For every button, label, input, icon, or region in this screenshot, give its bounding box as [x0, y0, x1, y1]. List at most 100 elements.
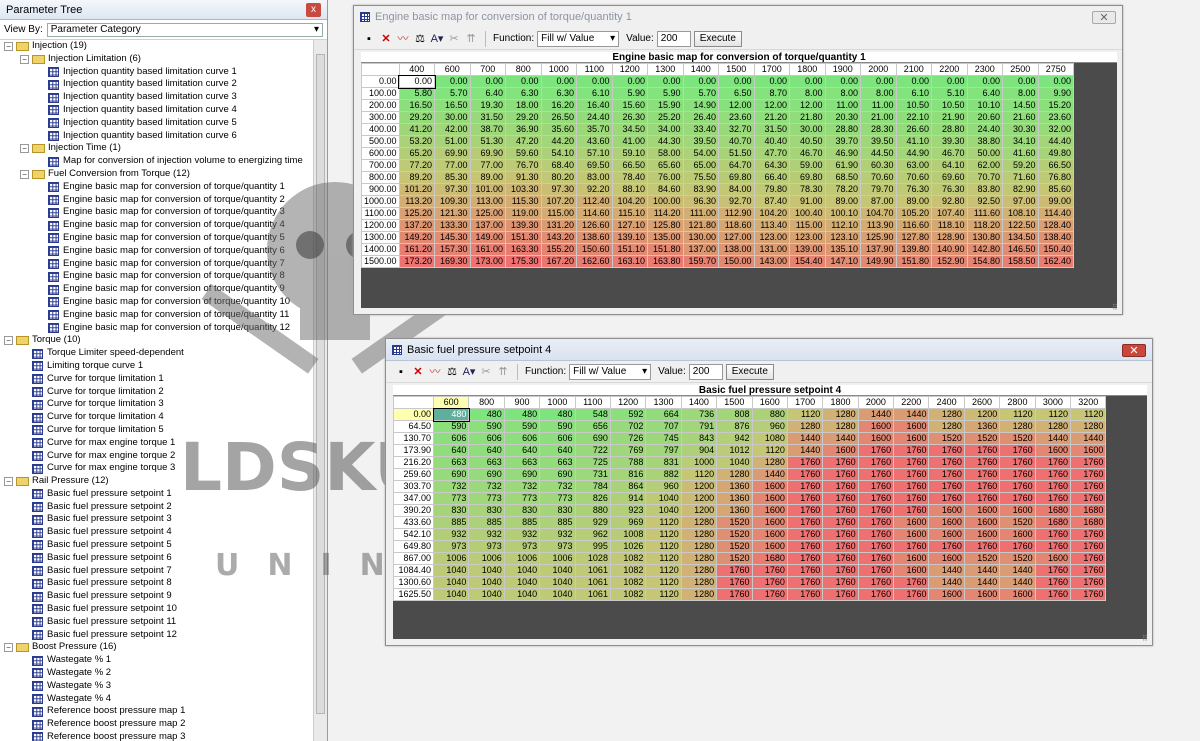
map-cell[interactable]: 69.50 [576, 159, 613, 172]
map-cell[interactable]: 1760 [857, 492, 895, 505]
map-cell[interactable]: 1600 [928, 504, 965, 517]
map-cell[interactable]: 103.30 [505, 183, 542, 196]
map-window-torque-quantity[interactable]: Engine basic map for conversion of torqu… [353, 5, 1123, 315]
map-cell[interactable]: 1120 [751, 444, 788, 457]
map-cell[interactable]: 0.00 [966, 75, 1004, 88]
map-cell[interactable]: 97.30 [540, 183, 578, 196]
map-cell[interactable]: 162.40 [1037, 255, 1075, 268]
map-cell[interactable]: 5.70 [434, 87, 471, 100]
map-cell[interactable]: 1760 [893, 444, 930, 457]
map-cell[interactable]: 135.10 [824, 243, 862, 256]
map-cell[interactable]: 134.50 [1002, 231, 1039, 244]
map-cell[interactable]: 791 [680, 420, 718, 433]
collapse-toggle-icon[interactable]: − [4, 336, 13, 346]
row-header[interactable]: 100.00 [361, 87, 400, 100]
map-cell[interactable]: 1600 [999, 588, 1036, 601]
map-cell[interactable]: 1760 [822, 588, 859, 601]
map-cell[interactable]: 50.00 [966, 147, 1004, 160]
map-cell[interactable]: 125.90 [860, 231, 897, 244]
tree-item[interactable]: Engine basic map for conversion of torqu… [0, 194, 313, 207]
map-cell[interactable]: 962 [574, 528, 611, 541]
map-cell[interactable]: 1120 [645, 540, 682, 553]
map-cell[interactable]: 1280 [680, 528, 718, 541]
map-cell[interactable]: 173.20 [398, 255, 436, 268]
map-cell[interactable]: 0.00 [824, 75, 862, 88]
map-cell[interactable]: 732 [468, 480, 505, 493]
column-header[interactable]: 400 [398, 63, 436, 76]
map-cell[interactable]: 163.10 [611, 255, 649, 268]
map-cell[interactable]: 1760 [1034, 564, 1072, 577]
map-cell[interactable]: 157.30 [434, 243, 471, 256]
tree-item[interactable]: Basic fuel pressure setpoint 11 [0, 616, 313, 629]
map-cell[interactable]: 111.60 [966, 207, 1004, 220]
map-cell[interactable]: 70.60 [895, 171, 933, 184]
map-cell[interactable]: 1760 [1070, 588, 1107, 601]
map-cell[interactable]: 38.70 [469, 123, 507, 136]
map-cell[interactable]: 1040 [468, 588, 505, 601]
tree-item[interactable]: Reference boost pressure map 2 [0, 718, 313, 731]
graph-icon[interactable]: 〰 [396, 32, 410, 46]
map-cell[interactable]: 6.40 [966, 87, 1004, 100]
window-titlebar[interactable]: Basic fuel pressure setpoint 4 [386, 339, 1152, 361]
map-cell[interactable]: 138.00 [718, 243, 755, 256]
map-cell[interactable]: 21.00 [860, 111, 897, 124]
map-cell[interactable]: 105.20 [895, 207, 933, 220]
map-cell[interactable]: 788 [609, 456, 647, 469]
map-cell[interactable]: 1600 [963, 516, 1001, 529]
map-cell[interactable]: 128.40 [1037, 219, 1075, 232]
map-cell[interactable]: 1520 [716, 528, 753, 541]
row-header[interactable]: 216.20 [393, 456, 434, 469]
map-cell[interactable]: 85.30 [434, 171, 471, 184]
map-cell[interactable]: 1026 [609, 540, 647, 553]
map-cell[interactable]: 1600 [893, 564, 930, 577]
map-cell[interactable]: 66.40 [753, 171, 791, 184]
map-cell[interactable]: 0.00 [469, 75, 507, 88]
map-cell[interactable]: 1600 [751, 516, 788, 529]
map-cell[interactable]: 24.40 [576, 111, 613, 124]
map-cell[interactable]: 1760 [716, 576, 753, 589]
map-cell[interactable]: 76.30 [895, 183, 933, 196]
map-cell[interactable]: 139.00 [789, 243, 826, 256]
map-cell[interactable]: 46.70 [931, 147, 968, 160]
map-cell[interactable]: 91.30 [505, 171, 542, 184]
map-cell[interactable]: 904 [680, 444, 718, 457]
map-cell[interactable]: 1600 [751, 528, 788, 541]
map-cell[interactable]: 885 [468, 516, 505, 529]
map-cell[interactable]: 175.30 [505, 255, 542, 268]
map-cell[interactable]: 1520 [928, 432, 965, 445]
map-cell[interactable]: 16.20 [540, 99, 578, 112]
map-cell[interactable]: 78.30 [789, 183, 826, 196]
row-header[interactable]: 900.00 [361, 183, 400, 196]
tree-item[interactable]: Curve for max engine torque 3 [0, 462, 313, 475]
map-cell[interactable]: 131.00 [753, 243, 791, 256]
map-cell[interactable]: 143.20 [540, 231, 578, 244]
scale-icon[interactable]: ⚖ [413, 32, 427, 46]
map-cell[interactable]: 1440 [893, 408, 930, 421]
row-header[interactable]: 64.50 [393, 420, 434, 433]
map-cell[interactable]: 1061 [574, 564, 611, 577]
map-cell[interactable]: 1680 [1070, 504, 1107, 517]
map-cell[interactable]: 1280 [680, 516, 718, 529]
map-cell[interactable]: 66.50 [611, 159, 649, 172]
map-cell[interactable]: 10.50 [895, 99, 933, 112]
map-cell[interactable]: 725 [574, 456, 611, 469]
map-cell[interactable]: 54.00 [682, 147, 720, 160]
map-cell[interactable]: 125.80 [647, 219, 684, 232]
map-cell[interactable]: 1600 [999, 504, 1036, 517]
map-cell[interactable]: 163.80 [647, 255, 684, 268]
map-cell[interactable]: 59.60 [505, 147, 542, 160]
map-cell[interactable]: 8.00 [1002, 87, 1039, 100]
map-cell[interactable]: 23.60 [718, 111, 755, 124]
map-cell[interactable]: 34.50 [611, 123, 649, 136]
map-cell[interactable]: 1760 [857, 576, 895, 589]
map-cell[interactable]: 995 [574, 540, 611, 553]
map-cell[interactable]: 76.80 [1037, 171, 1075, 184]
map-cell[interactable]: 77.20 [398, 159, 436, 172]
map-cell[interactable]: 150.60 [576, 243, 613, 256]
map-cell[interactable]: 83.80 [966, 183, 1004, 196]
map-cell[interactable]: 118.10 [931, 219, 968, 232]
map-cell[interactable]: 690 [503, 468, 541, 481]
map-cell[interactable]: 32.70 [718, 123, 755, 136]
map-cell[interactable]: 87.00 [860, 195, 897, 208]
map-cell[interactable]: 39.70 [824, 135, 862, 148]
